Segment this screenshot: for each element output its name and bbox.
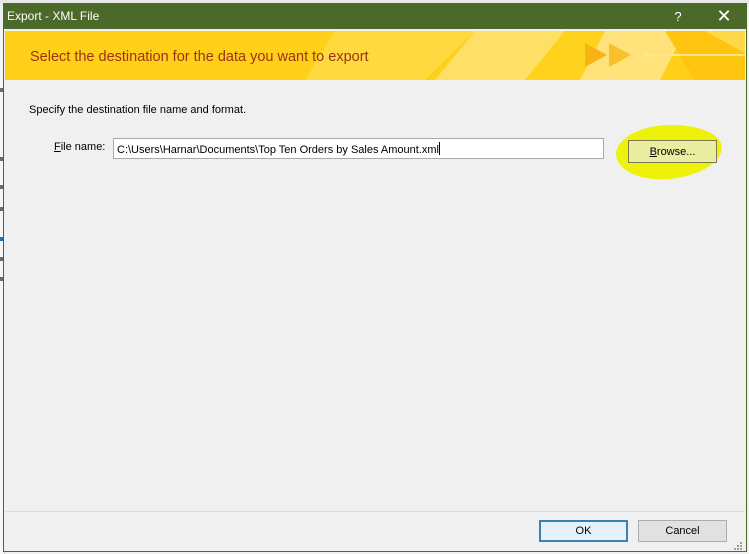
ok-button[interactable]: OK — [539, 520, 628, 542]
close-icon: ✕ — [716, 6, 732, 26]
file-name-label: File name: — [54, 141, 105, 153]
file-name-label-text: ile name: — [60, 141, 106, 153]
cancel-button[interactable]: Cancel — [638, 520, 727, 542]
resize-grip-icon[interactable] — [732, 542, 742, 550]
header-banner: Select the destination for the data you … — [5, 31, 745, 80]
close-button[interactable]: ✕ — [702, 4, 746, 29]
footer-divider — [5, 511, 745, 512]
browse-button[interactable]: Browse... — [628, 140, 717, 163]
banner-heading: Select the destination for the data you … — [30, 49, 369, 65]
export-xml-dialog: Export - XML File ? ✕ Select the destina… — [3, 3, 747, 552]
file-name-value: C:\Users\Harnar\Documents\Top Ten Orders… — [117, 144, 439, 156]
file-name-label-accelerator: F — [54, 141, 61, 153]
title-bar: Export - XML File ? ✕ — [4, 4, 746, 29]
browse-button-label: rowse... — [656, 145, 696, 158]
window-title: Export - XML File — [7, 9, 100, 23]
browse-button-accelerator: B — [649, 145, 657, 158]
text-caret — [438, 142, 440, 155]
help-button[interactable]: ? — [656, 4, 700, 29]
cancel-button-label: Cancel — [665, 525, 700, 537]
file-name-input[interactable]: C:\Users\Harnar\Documents\Top Ten Orders… — [113, 138, 604, 159]
question-mark-icon: ? — [674, 9, 682, 24]
ok-button-label: OK — [575, 525, 592, 537]
instruction-text: Specify the destination file name and fo… — [29, 104, 247, 116]
